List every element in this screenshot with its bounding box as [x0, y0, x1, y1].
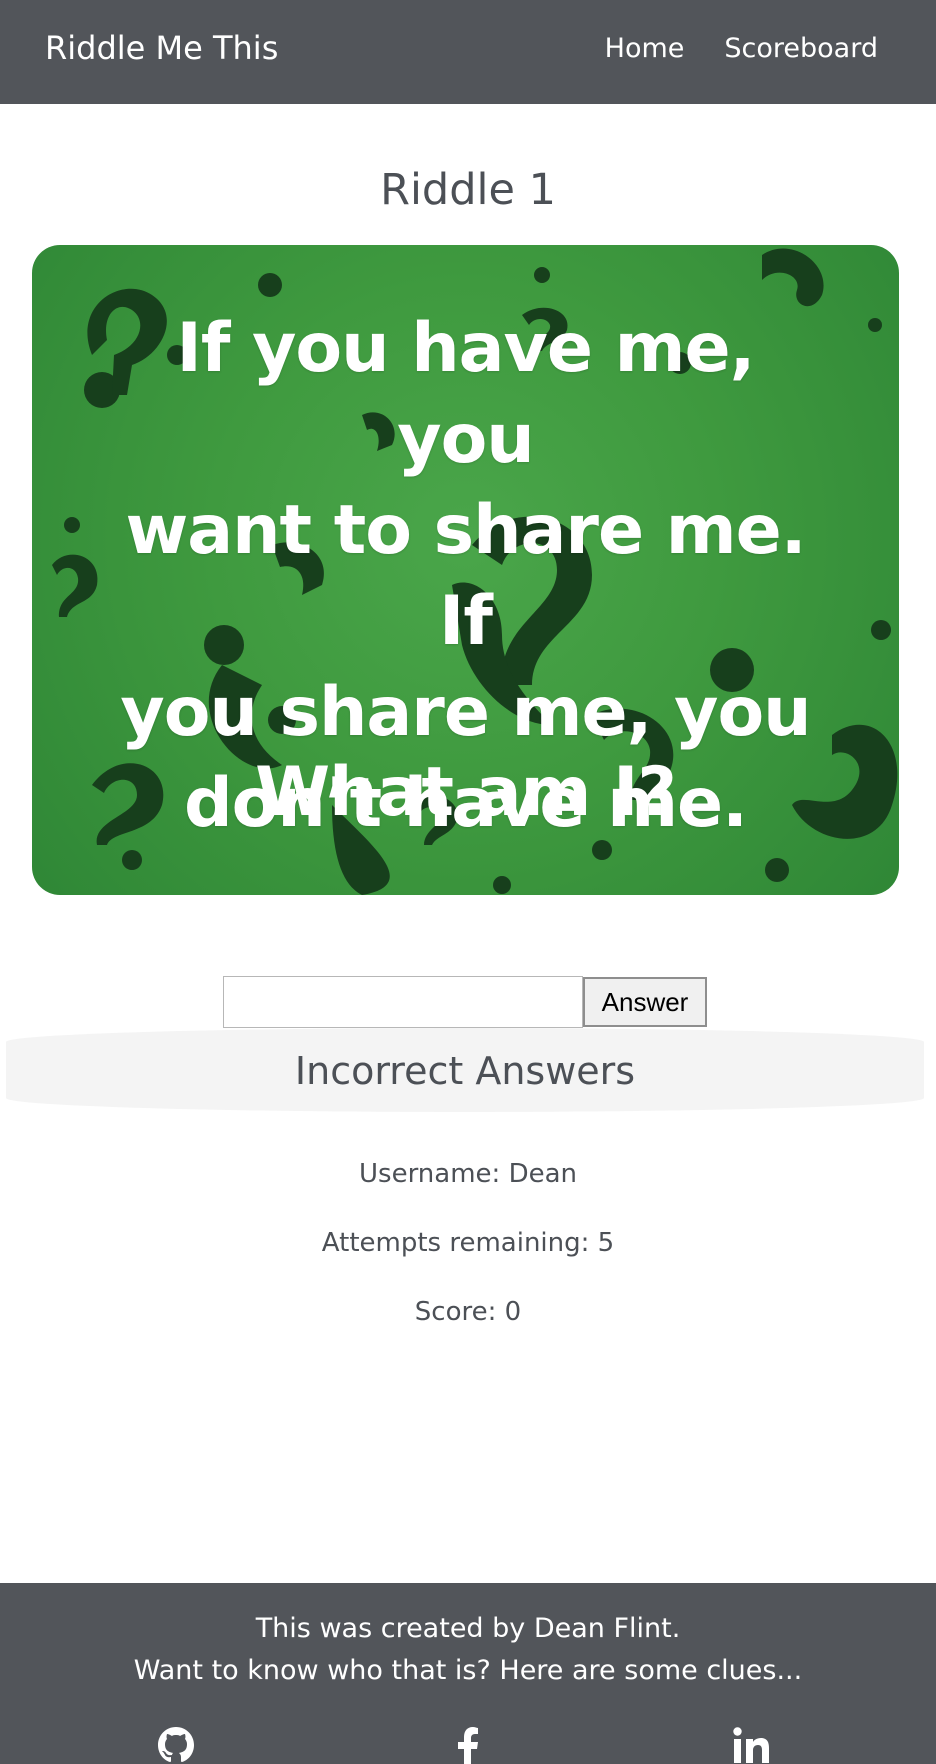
incorrect-answers-heading: Incorrect Answers [294, 1049, 636, 1093]
score-label: Score: 0 [414, 1297, 522, 1327]
footer: This was created by Dean Flint. Want to … [0, 1583, 936, 1764]
riddle-question: What am I? [255, 753, 677, 832]
footer-clues: Want to know who that is? Here are some … [133, 1655, 803, 1686]
username-label: Username: Dean [359, 1159, 577, 1189]
github-icon[interactable] [154, 1723, 198, 1764]
answer-button[interactable]: Answer [583, 977, 707, 1027]
answer-input[interactable] [223, 976, 583, 1028]
linkedin-icon[interactable] [729, 1723, 773, 1764]
riddle-title: Riddle 1 [380, 165, 556, 215]
nav-links: Home Scoreboard [605, 32, 878, 66]
riddle-image: If you have me, you want to share me. If… [32, 245, 899, 895]
footer-credit: This was created by Dean Flint. [255, 1613, 681, 1644]
attempts-remaining: Attempts remaining: 5 [321, 1228, 615, 1258]
answer-form: Answer [223, 976, 707, 1028]
nav-scoreboard[interactable]: Scoreboard [724, 32, 878, 66]
nav-home[interactable]: Home [605, 32, 685, 66]
facebook-icon[interactable] [446, 1723, 490, 1764]
navbar: Riddle Me This Home Scoreboard [0, 0, 936, 104]
brand-link[interactable]: Riddle Me This [45, 28, 278, 68]
incorrect-answers-banner: Incorrect Answers [6, 1028, 924, 1112]
